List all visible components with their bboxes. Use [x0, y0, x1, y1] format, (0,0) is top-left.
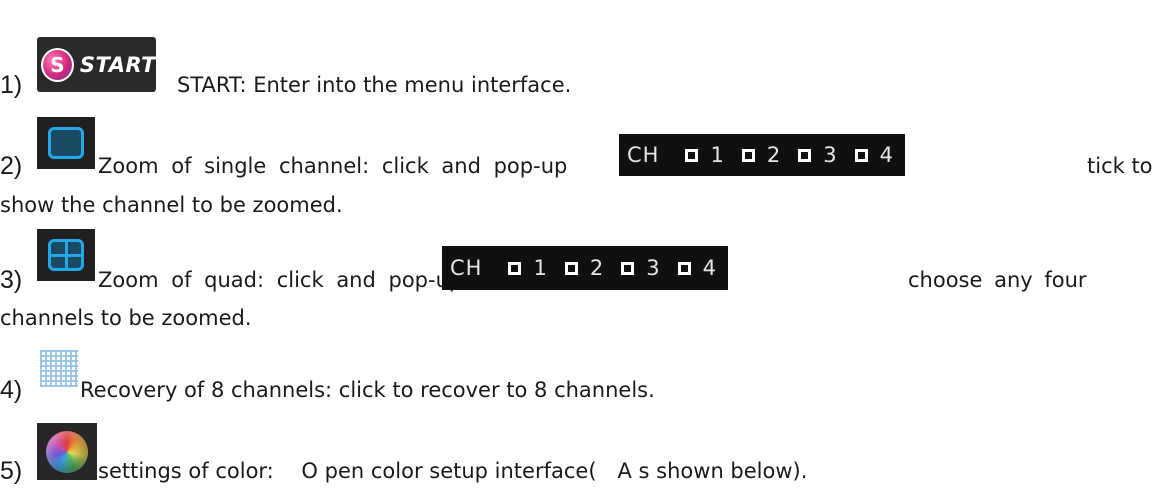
start-logo-icon: S	[41, 47, 74, 82]
channel-checkbox-1[interactable]: 1	[508, 256, 547, 280]
channel-popup-label: CH	[450, 256, 483, 280]
channel-popup-label: CH	[627, 143, 660, 167]
item-2-text: Zoom of single channel: click and pop-up	[98, 154, 568, 178]
item-1-text: START: Enter into the menu interface.	[177, 73, 572, 97]
item-4-text: Recovery of 8 channels: click to recover…	[80, 378, 655, 402]
quad-zoom-icon[interactable]	[37, 229, 95, 281]
item-5-text: settings of color: O pen color setup int…	[98, 459, 808, 483]
item-4-number: 4)	[0, 376, 23, 404]
channel-checkbox-3[interactable]: 3	[798, 143, 837, 167]
item-3-text-continued: channels to be zoomed.	[0, 306, 252, 330]
channel-checkbox-4[interactable]: 4	[854, 143, 893, 167]
item-3-text-tail: choose any four	[908, 268, 1087, 292]
item-3-number: 3)	[0, 266, 23, 294]
item-5-number: 5)	[0, 457, 23, 485]
channel-checkbox-4[interactable]: 4	[677, 256, 716, 280]
channel-checkbox-2[interactable]: 2	[564, 256, 603, 280]
item-2-number: 2)	[0, 152, 23, 180]
item-1-number: 1)	[0, 71, 23, 99]
channel-popup-single[interactable]: CH 1 2 3 4	[619, 134, 905, 176]
channel-popup-quad[interactable]: CH 1 2 3 4	[442, 246, 728, 290]
channel-checkbox-1[interactable]: 1	[685, 143, 724, 167]
item-2-text-continued: show the channel to be zoomed.	[0, 193, 343, 217]
single-channel-zoom-icon[interactable]	[37, 117, 95, 169]
eight-channel-grid-icon[interactable]	[40, 350, 78, 387]
item-3-text: Zoom of quad: click and pop-up	[98, 268, 463, 292]
item-2-text-tail: tick to	[1087, 154, 1153, 178]
channel-checkbox-3[interactable]: 3	[621, 256, 660, 280]
start-button-label: START	[79, 52, 156, 77]
start-button[interactable]: S START	[37, 37, 156, 92]
channel-checkbox-2[interactable]: 2	[741, 143, 780, 167]
color-settings-icon[interactable]	[37, 423, 97, 480]
